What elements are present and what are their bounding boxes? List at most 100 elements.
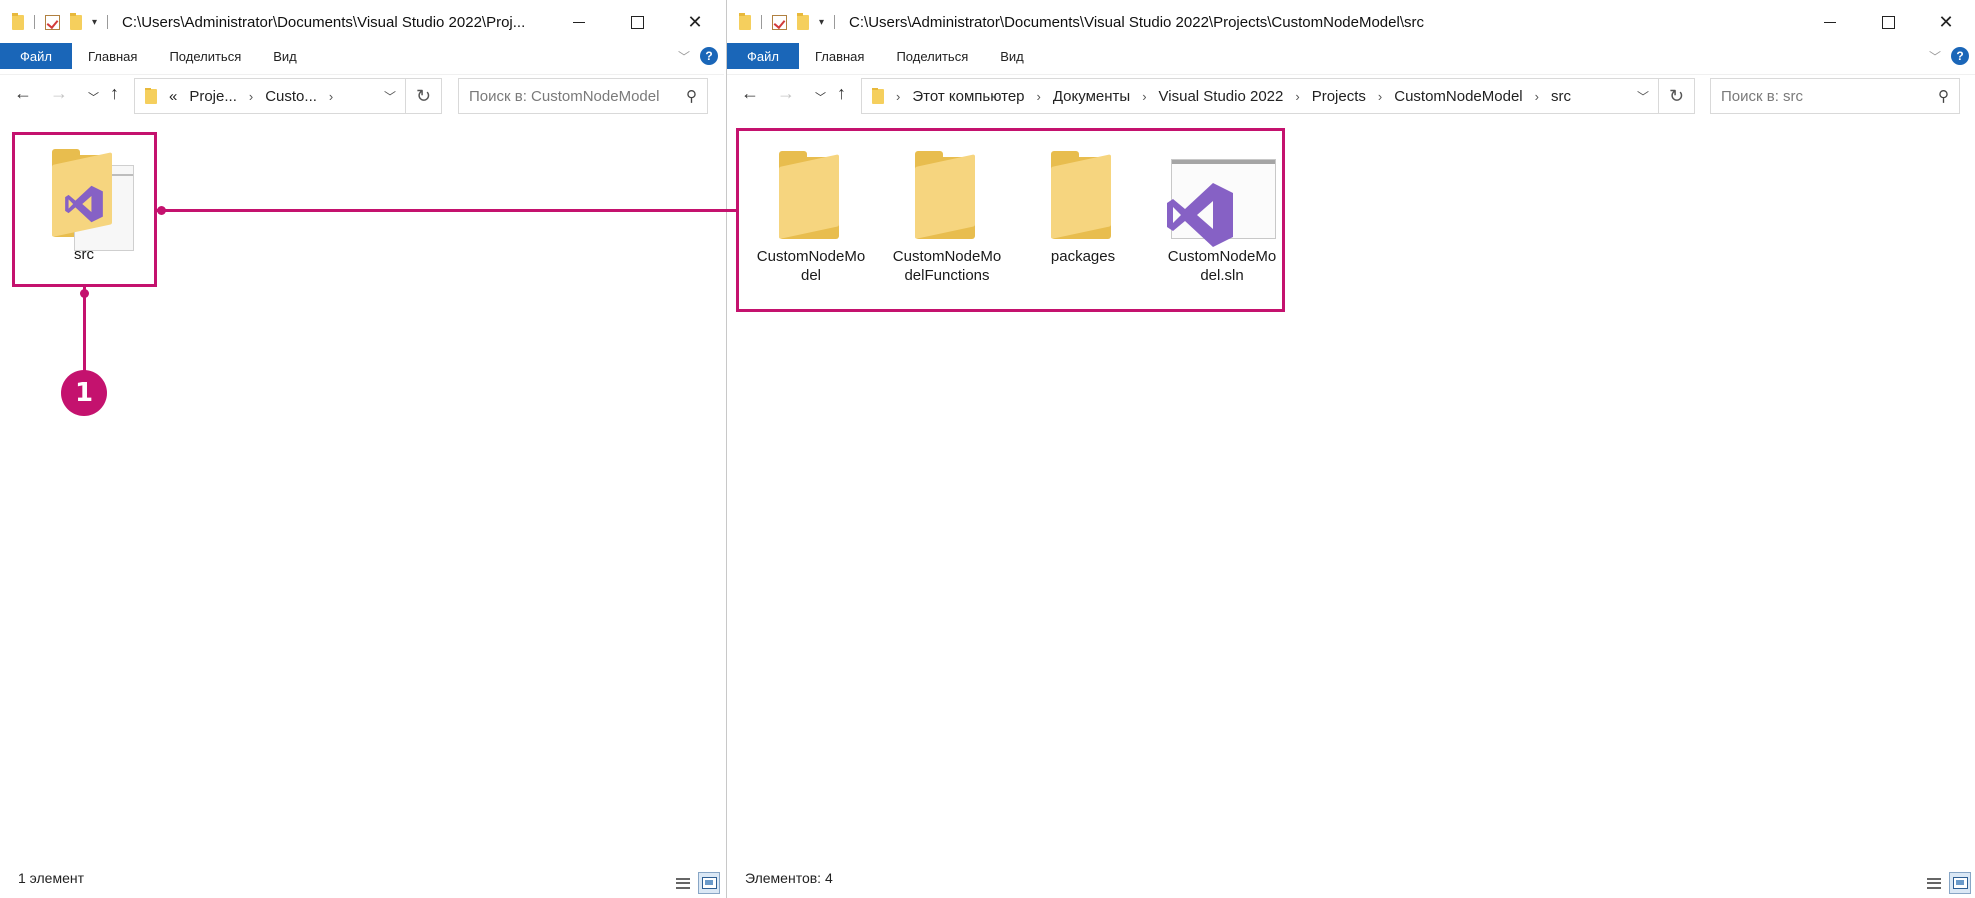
large-icons-view-icon: [701, 877, 717, 889]
breadcrumb-item[interactable]: Этот компьютер: [912, 88, 1024, 105]
folder-icon: [145, 87, 157, 104]
tab-file[interactable]: Файл: [727, 43, 799, 69]
help-icon[interactable]: ?: [700, 47, 718, 65]
minimize-button[interactable]: [1801, 0, 1859, 44]
file-list: src: [0, 117, 724, 858]
address-overflow[interactable]: «: [169, 88, 177, 105]
expand-ribbon-chevron-icon[interactable]: ﹀: [1929, 48, 1941, 65]
tab-share[interactable]: Поделиться: [153, 43, 257, 69]
connector-dot: [157, 206, 166, 215]
details-view-button[interactable]: [672, 872, 694, 894]
address-dropdown-icon[interactable]: ﹀: [1628, 88, 1658, 105]
maximize-button[interactable]: [1859, 0, 1917, 44]
folder-icon: [872, 87, 884, 104]
forward-arrow-icon[interactable]: →: [777, 83, 795, 104]
item-label: CustomNodeMo del.sln: [1167, 248, 1277, 284]
chevron-right-icon[interactable]: ›: [1037, 89, 1041, 104]
navigation-bar: ← → ﹀ ↑ « Proje... › Custo... › ﹀ ↻ Поис…: [0, 74, 724, 116]
breadcrumb-item[interactable]: Custo...: [265, 88, 317, 105]
explorer-window-left: ▾ C:\Users\Administrator\Documents\Visua…: [0, 0, 724, 898]
maximize-icon: [630, 15, 644, 29]
item-label: packages: [1050, 248, 1116, 265]
tab-view[interactable]: Вид: [257, 43, 313, 69]
new-folder-icon[interactable]: [797, 12, 809, 30]
file-list: CustomNodeMo del CustomNodeMo delFunctio…: [727, 117, 1975, 858]
refresh-button[interactable]: ↻: [406, 78, 442, 114]
close-button[interactable]: ✕: [1917, 0, 1975, 44]
address-bar[interactable]: « Proje... › Custo... › ﹀: [134, 78, 406, 114]
chevron-right-icon[interactable]: ›: [249, 89, 253, 104]
chevron-right-icon[interactable]: ›: [1535, 89, 1539, 104]
maximize-button[interactable]: [608, 0, 666, 44]
folder-icon[interactable]: [12, 12, 24, 30]
list-item[interactable]: CustomNodeMo del.sln: [1157, 137, 1287, 285]
up-arrow-icon[interactable]: ↑: [837, 83, 846, 104]
ribbon-tabs: Файл Главная Поделиться Вид ﹀ ?: [727, 43, 1975, 69]
chevron-right-icon[interactable]: ›: [896, 89, 900, 104]
chevron-right-icon[interactable]: ›: [329, 89, 333, 104]
recent-locations-chevron-icon[interactable]: ﹀: [88, 89, 99, 105]
search-input[interactable]: Поиск в: CustomNodeModel ⚲: [458, 78, 708, 114]
folder-icon: [1033, 137, 1133, 247]
list-item[interactable]: packages: [1027, 137, 1139, 266]
window-title: C:\Users\Administrator\Documents\Visual …: [122, 13, 526, 31]
tab-home[interactable]: Главная: [799, 43, 880, 69]
forward-arrow-icon[interactable]: →: [50, 83, 68, 104]
large-icons-view-button[interactable]: [1949, 872, 1971, 894]
folder-icon[interactable]: [739, 12, 751, 30]
search-icon: ⚲: [1938, 88, 1949, 105]
properties-icon[interactable]: [45, 14, 60, 30]
connector-line: [157, 209, 736, 212]
search-input[interactable]: Поиск в: src ⚲: [1710, 78, 1960, 114]
breadcrumb-item[interactable]: Документы: [1053, 88, 1130, 105]
list-item[interactable]: CustomNodeMo delFunctions: [891, 137, 1003, 285]
status-bar: 1 элемент: [0, 858, 724, 898]
folder-icon: [897, 137, 997, 247]
search-placeholder: Поиск в: src: [1721, 87, 1804, 105]
minimize-button[interactable]: [550, 0, 608, 44]
connector-line: [83, 287, 86, 371]
chevron-right-icon[interactable]: ›: [1295, 89, 1299, 104]
close-button[interactable]: ✕: [666, 0, 724, 44]
item-count: 1 элемент: [18, 870, 85, 886]
back-arrow-icon[interactable]: ←: [741, 83, 759, 104]
tab-home[interactable]: Главная: [72, 43, 153, 69]
list-item[interactable]: src: [28, 135, 140, 264]
status-bar: Элементов: 4: [727, 858, 1975, 898]
breadcrumb-item[interactable]: src: [1551, 88, 1571, 105]
breadcrumb-item[interactable]: Visual Studio 2022: [1159, 88, 1284, 105]
recent-locations-chevron-icon[interactable]: ﹀: [815, 89, 826, 105]
expand-ribbon-chevron-icon[interactable]: ﹀: [678, 48, 690, 65]
tab-share[interactable]: Поделиться: [880, 43, 984, 69]
tab-file[interactable]: Файл: [0, 43, 72, 69]
quick-access-toolbar: ▾: [0, 12, 109, 30]
close-icon: ✕: [1938, 11, 1954, 32]
breadcrumb-item[interactable]: Proje...: [189, 88, 237, 105]
address-bar[interactable]: › Этот компьютер › Документы › Visual St…: [861, 78, 1659, 114]
window-title: C:\Users\Administrator\Documents\Visual …: [849, 13, 1424, 31]
customize-toolbar-arrow-icon[interactable]: ▾: [92, 17, 97, 28]
title-bar: ▾ C:\Users\Administrator\Documents\Visua…: [727, 0, 1975, 44]
help-icon[interactable]: ?: [1951, 47, 1969, 65]
back-arrow-icon[interactable]: ←: [14, 83, 32, 104]
breadcrumb-item[interactable]: Projects: [1312, 88, 1366, 105]
list-item[interactable]: CustomNodeMo del: [755, 137, 867, 285]
properties-icon[interactable]: [772, 14, 787, 30]
visual-studio-solution-icon: [1157, 137, 1287, 247]
ribbon-tabs: Файл Главная Поделиться Вид ﹀ ?: [0, 43, 724, 69]
chevron-right-icon[interactable]: ›: [1142, 89, 1146, 104]
address-dropdown-icon[interactable]: ﹀: [375, 88, 405, 105]
chevron-right-icon[interactable]: ›: [1378, 89, 1382, 104]
tab-view[interactable]: Вид: [984, 43, 1040, 69]
up-arrow-icon[interactable]: ↑: [110, 83, 119, 104]
refresh-button[interactable]: ↻: [1659, 78, 1695, 114]
breadcrumb-item[interactable]: CustomNodeModel: [1394, 88, 1522, 105]
large-icons-view-button[interactable]: [698, 872, 720, 894]
item-label: CustomNodeMo delFunctions: [892, 248, 1002, 284]
customize-toolbar-arrow-icon[interactable]: ▾: [819, 17, 824, 28]
minimize-icon: [1824, 21, 1836, 23]
details-view-button[interactable]: [1923, 872, 1945, 894]
folder-vs-icon: [34, 135, 134, 251]
new-folder-icon[interactable]: [70, 12, 82, 30]
details-view-icon: [1927, 877, 1941, 889]
